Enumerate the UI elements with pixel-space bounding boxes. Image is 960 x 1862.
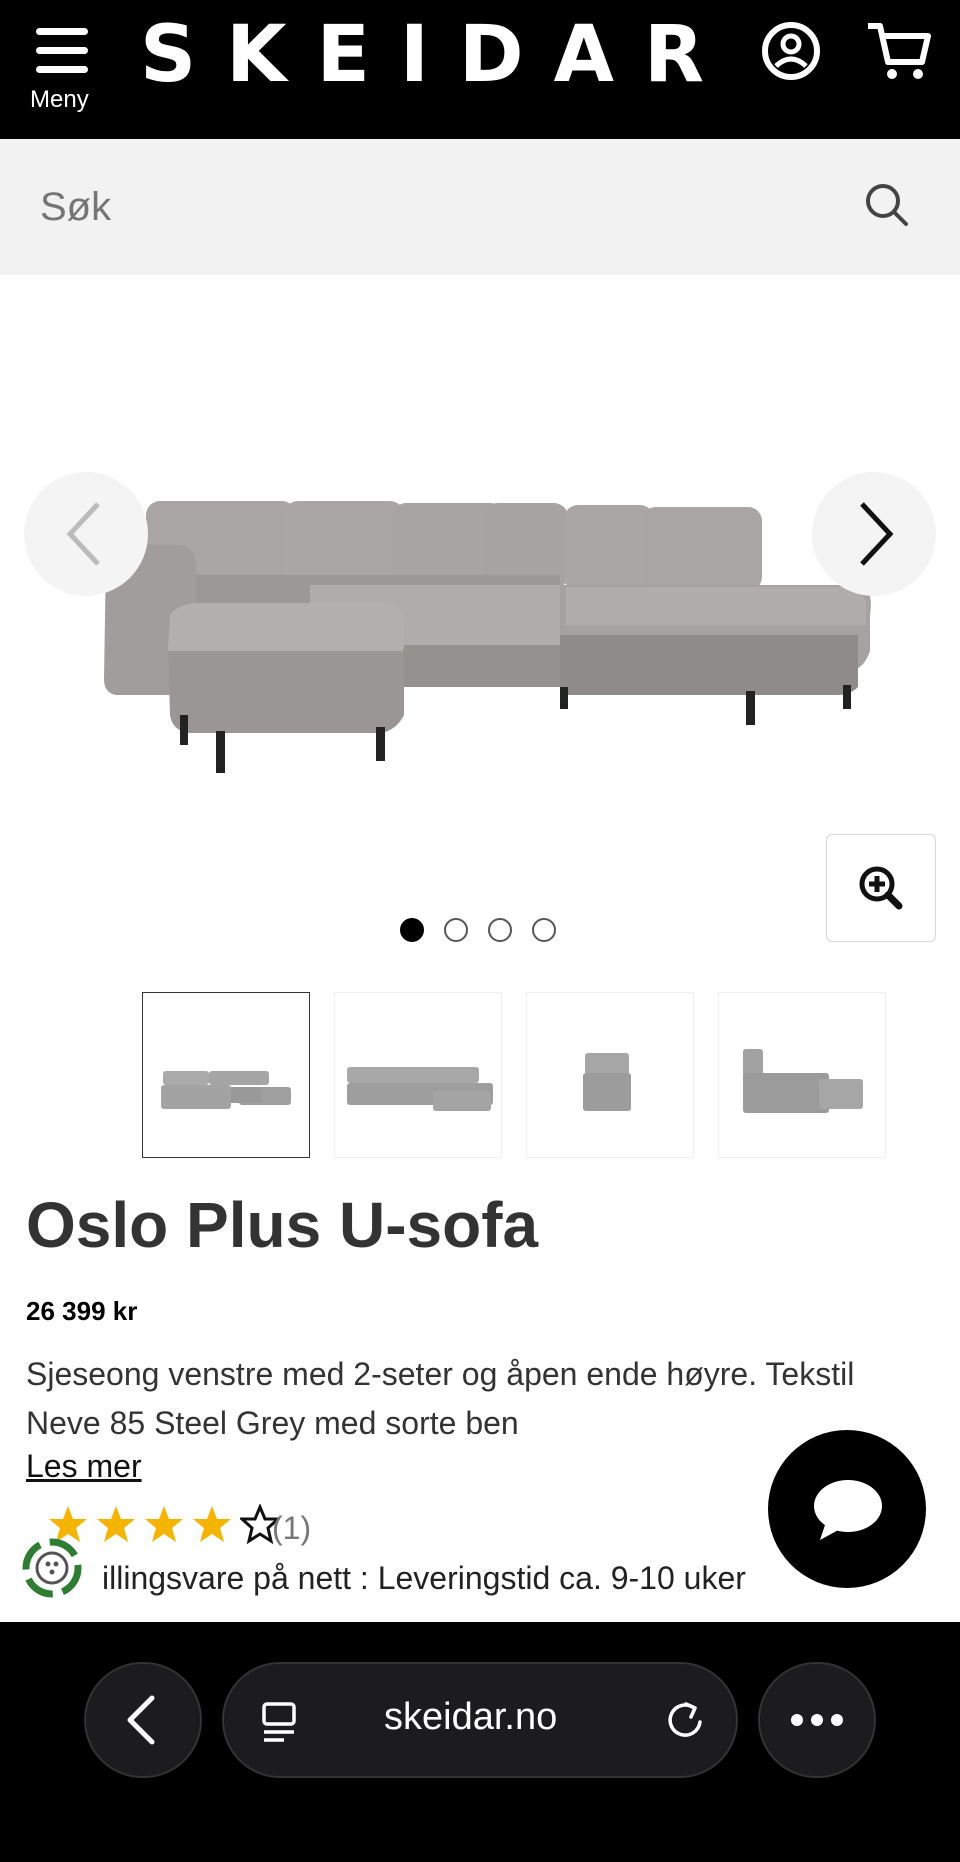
- tabs-icon: [262, 1702, 296, 1742]
- back-button[interactable]: [84, 1662, 202, 1778]
- pagination-dot[interactable]: [444, 918, 468, 942]
- url-bar[interactable]: skeidar.no: [222, 1662, 738, 1778]
- product-title: Oslo Plus U-sofa: [26, 1189, 539, 1261]
- delivery-info: illingsvare på nett : Leveringstid ca. 9…: [102, 1560, 746, 1596]
- product-description: Sjeseong venstre med 2-seter og åpen end…: [26, 1356, 855, 1441]
- thumbnail-4[interactable]: [718, 992, 886, 1158]
- pagination-dot[interactable]: [488, 918, 512, 942]
- review-count[interactable]: (1): [272, 1510, 311, 1547]
- recycle-icon: [18, 1534, 86, 1602]
- search-bar[interactable]: [0, 139, 960, 275]
- star-filled-icon: [97, 1506, 135, 1542]
- star-filled-icon: [145, 1506, 183, 1542]
- thumbnail-image: [583, 1053, 631, 1111]
- menu-button[interactable]: Meny: [28, 18, 98, 118]
- cart-icon[interactable]: [864, 18, 931, 84]
- product-image-main[interactable]: [0, 275, 960, 955]
- menu-label: Meny: [30, 86, 89, 113]
- search-icon[interactable]: [862, 180, 912, 230]
- browser-toolbar: skeidar.no: [0, 1622, 960, 1862]
- chevron-left-icon: [66, 502, 100, 566]
- chat-bubble-icon: [814, 1480, 882, 1540]
- next-image-button[interactable]: [812, 472, 936, 596]
- product-price: 26 399 kr: [26, 1296, 138, 1326]
- url-text: skeidar.no: [384, 1696, 558, 1738]
- pagination-dot[interactable]: [400, 918, 424, 942]
- zoom-in-icon: [859, 866, 903, 910]
- chevron-right-icon: [860, 502, 894, 566]
- thumbnail-image: [161, 1071, 291, 1109]
- site-logo[interactable]: SKEIDAR: [140, 10, 734, 100]
- search-input[interactable]: [40, 175, 840, 239]
- hamburger-icon: [36, 28, 88, 74]
- reload-icon[interactable]: [664, 1698, 708, 1742]
- star-filled-icon: [193, 1506, 231, 1542]
- more-button[interactable]: [758, 1662, 876, 1778]
- thumbnail-3[interactable]: [526, 992, 694, 1158]
- thumbnail-image: [347, 1067, 493, 1111]
- pagination-dot[interactable]: [532, 918, 556, 942]
- thumbnail-1[interactable]: [142, 992, 310, 1158]
- read-more-link[interactable]: Les mer: [26, 1448, 142, 1485]
- site-header: Meny SKEIDAR: [0, 0, 960, 139]
- thumbnail-2[interactable]: [334, 992, 502, 1158]
- more-icon: [791, 1714, 843, 1726]
- zoom-button[interactable]: [826, 834, 936, 942]
- prev-image-button[interactable]: [24, 472, 148, 596]
- image-pagination: [400, 918, 560, 944]
- user-icon[interactable]: [758, 18, 824, 84]
- sofa-image: [104, 501, 871, 773]
- thumbnail-image: [743, 1049, 863, 1113]
- chat-button[interactable]: [768, 1430, 926, 1588]
- back-icon: [127, 1695, 155, 1745]
